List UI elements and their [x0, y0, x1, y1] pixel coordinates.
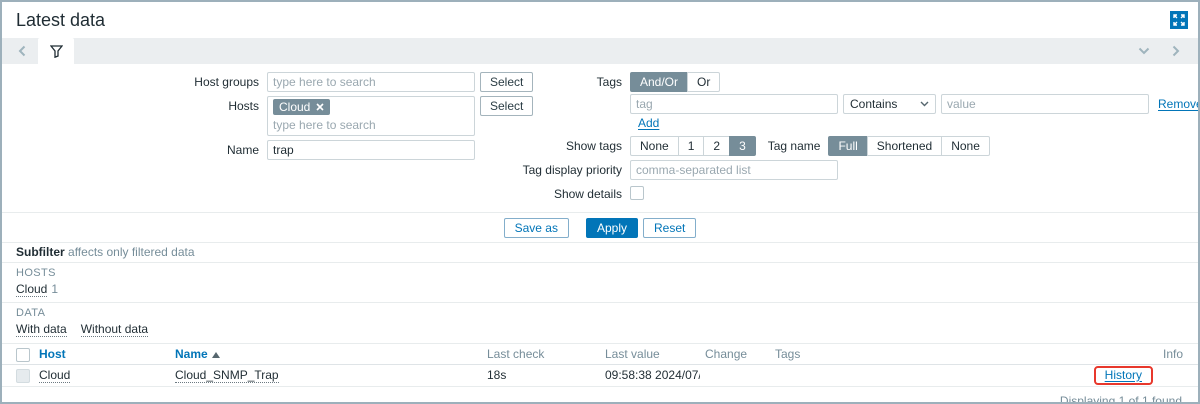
title-bar: Latest data: [2, 2, 1198, 38]
row-item-name-link[interactable]: Cloud_SNMP_Trap: [175, 368, 279, 383]
history-annotation-box: History: [1094, 366, 1153, 385]
host-chip-label: Cloud: [279, 100, 310, 114]
tag-name-input[interactable]: [630, 94, 838, 114]
tags-operator-or[interactable]: Or: [687, 72, 720, 92]
tag-row-spacer: [522, 94, 630, 97]
filter-funnel-icon: [50, 45, 63, 58]
host-groups-input[interactable]: [267, 72, 475, 92]
show-tags-label: Show tags: [522, 136, 630, 153]
tags-operator-andor[interactable]: And/Or: [630, 72, 688, 92]
filter-left-column: Host groups Select Hosts Cloud type here…: [2, 72, 533, 164]
last-value-column-header: Last value: [600, 344, 700, 364]
row-tags: [770, 364, 958, 386]
name-label: Name: [2, 140, 267, 157]
row-change: [700, 364, 770, 386]
show-tags-1[interactable]: 1: [678, 136, 705, 156]
row-last-check: 18s: [482, 364, 600, 386]
filter-right-column: Tags And/Or Or Contains Remove: [522, 72, 1200, 205]
tag-value-input[interactable]: [941, 94, 1149, 114]
subfilter-data-header: DATA: [16, 307, 1184, 319]
subfilter-hosts-header: HOSTS: [16, 267, 1184, 279]
collapse-filter-button[interactable]: [1136, 41, 1152, 61]
last-check-column-header: Last check: [482, 344, 600, 364]
kiosk-mode-button[interactable]: [1170, 11, 1188, 29]
tag-name-shortened[interactable]: Shortened: [867, 136, 942, 156]
tabs-scroll-left-button[interactable]: [14, 41, 30, 61]
subfilter-without-data-link[interactable]: Without data: [81, 322, 148, 337]
latest-data-page: Latest data: [0, 0, 1200, 404]
chip-remove-icon[interactable]: [316, 103, 324, 111]
table-header-row: Host Name Last check Last value Change T…: [2, 344, 1198, 364]
remove-tag-link[interactable]: Remove: [1158, 94, 1200, 111]
tag-name-none[interactable]: None: [941, 136, 990, 156]
subfilter-header: Subfilter affects only filtered data: [2, 242, 1198, 263]
hosts-multiselect[interactable]: Cloud type here to search: [267, 96, 475, 136]
row-last-value: 09:58:38 2024/07/02 PDU ...: [600, 364, 700, 386]
apply-button[interactable]: Apply: [586, 218, 638, 238]
subfilter-subtitle: affects only filtered data: [68, 245, 195, 259]
row-checkbox[interactable]: [16, 369, 30, 383]
chevron-right-icon: [1172, 45, 1180, 57]
filter-strip-controls: [1136, 41, 1186, 61]
row-info: [1158, 364, 1198, 386]
show-details-label: Show details: [522, 184, 630, 201]
tag-operator-value: Contains: [850, 97, 897, 111]
history-link[interactable]: History: [1105, 368, 1142, 382]
chevron-down-icon: [1138, 47, 1150, 55]
host-chip: Cloud: [273, 99, 330, 115]
name-input[interactable]: [267, 140, 475, 160]
latest-data-table: Host Name Last check Last value Change T…: [2, 344, 1198, 387]
tags-label: Tags: [522, 72, 630, 89]
name-column-header[interactable]: Name: [175, 347, 208, 361]
show-tags-none[interactable]: None: [630, 136, 679, 156]
tag-name-segmented: Full Shortened None: [828, 136, 989, 156]
table-footer-count: Displaying 1 of 1 found: [2, 387, 1198, 404]
subfilter-with-data-link[interactable]: With data: [16, 322, 67, 337]
hosts-search-placeholder[interactable]: type here to search: [273, 118, 469, 132]
tabs-scroll-right-button[interactable]: [1168, 41, 1184, 61]
add-tag-link[interactable]: Add: [638, 116, 659, 130]
fullscreen-arrows-icon: [1173, 14, 1185, 26]
show-tags-3[interactable]: 3: [729, 136, 756, 156]
subfilter-title: Subfilter: [16, 245, 65, 259]
tag-name-full[interactable]: Full: [828, 136, 867, 156]
host-column-header[interactable]: Host: [39, 347, 66, 361]
tag-display-priority-input[interactable]: [630, 160, 838, 180]
table-row: Cloud Cloud_SNMP_Trap 18s 09:58:38 2024/…: [2, 364, 1198, 386]
tag-name-label: Tag name: [756, 136, 829, 153]
show-tags-2[interactable]: 2: [703, 136, 730, 156]
actions-column-header: [958, 344, 1158, 364]
change-column-header: Change: [700, 344, 770, 364]
subfilter-host-count: 1: [51, 282, 58, 296]
tag-display-priority-label: Tag display priority: [522, 160, 630, 177]
row-host-link[interactable]: Cloud: [39, 368, 70, 383]
filter-form: Host groups Select Hosts Cloud type here…: [2, 64, 1198, 242]
subfilter-hosts-block: HOSTS Cloud 1: [2, 263, 1198, 303]
add-tag-row: Add: [638, 116, 1200, 130]
filter-buttons-bar: Save as Apply Reset: [2, 212, 1198, 242]
dropdown-chevron-icon: [920, 101, 929, 107]
info-column-header: Info: [1158, 344, 1198, 364]
save-as-button[interactable]: Save as: [504, 218, 569, 238]
tag-operator-dropdown[interactable]: Contains: [843, 94, 936, 114]
reset-button[interactable]: Reset: [643, 218, 696, 238]
tags-column-header: Tags: [770, 344, 958, 364]
show-tags-segmented: None 1 2 3: [630, 136, 756, 156]
host-groups-label: Host groups: [2, 72, 267, 89]
page-title: Latest data: [16, 10, 105, 31]
show-details-checkbox[interactable]: [630, 186, 644, 200]
subfilter-data-block: DATA With data Without data: [2, 303, 1198, 344]
filter-tab[interactable]: [38, 38, 74, 64]
sort-asc-icon: [212, 347, 220, 361]
hosts-label: Hosts: [2, 96, 267, 113]
select-all-checkbox[interactable]: [16, 348, 30, 362]
subfilter-host-cloud-link[interactable]: Cloud: [16, 282, 47, 297]
chevron-left-icon: [18, 45, 26, 57]
tags-operator-segmented: And/Or Or: [630, 72, 720, 92]
filter-tab-strip: [2, 38, 1198, 64]
